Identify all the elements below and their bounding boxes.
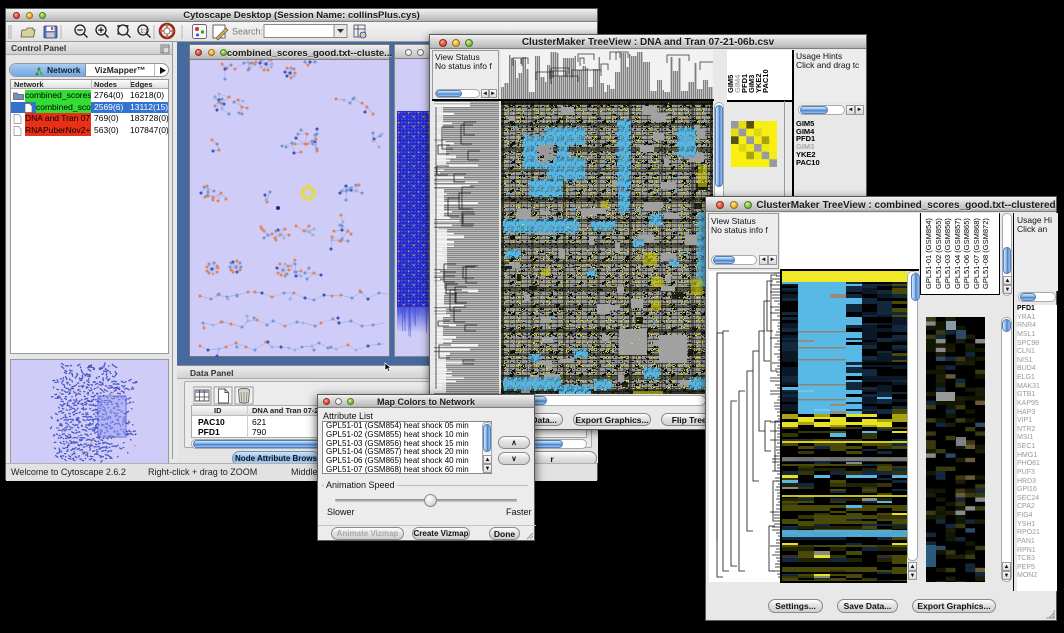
svg-text:Search:: Search: bbox=[232, 27, 263, 37]
svg-text:1:1: 1:1 bbox=[140, 28, 148, 34]
